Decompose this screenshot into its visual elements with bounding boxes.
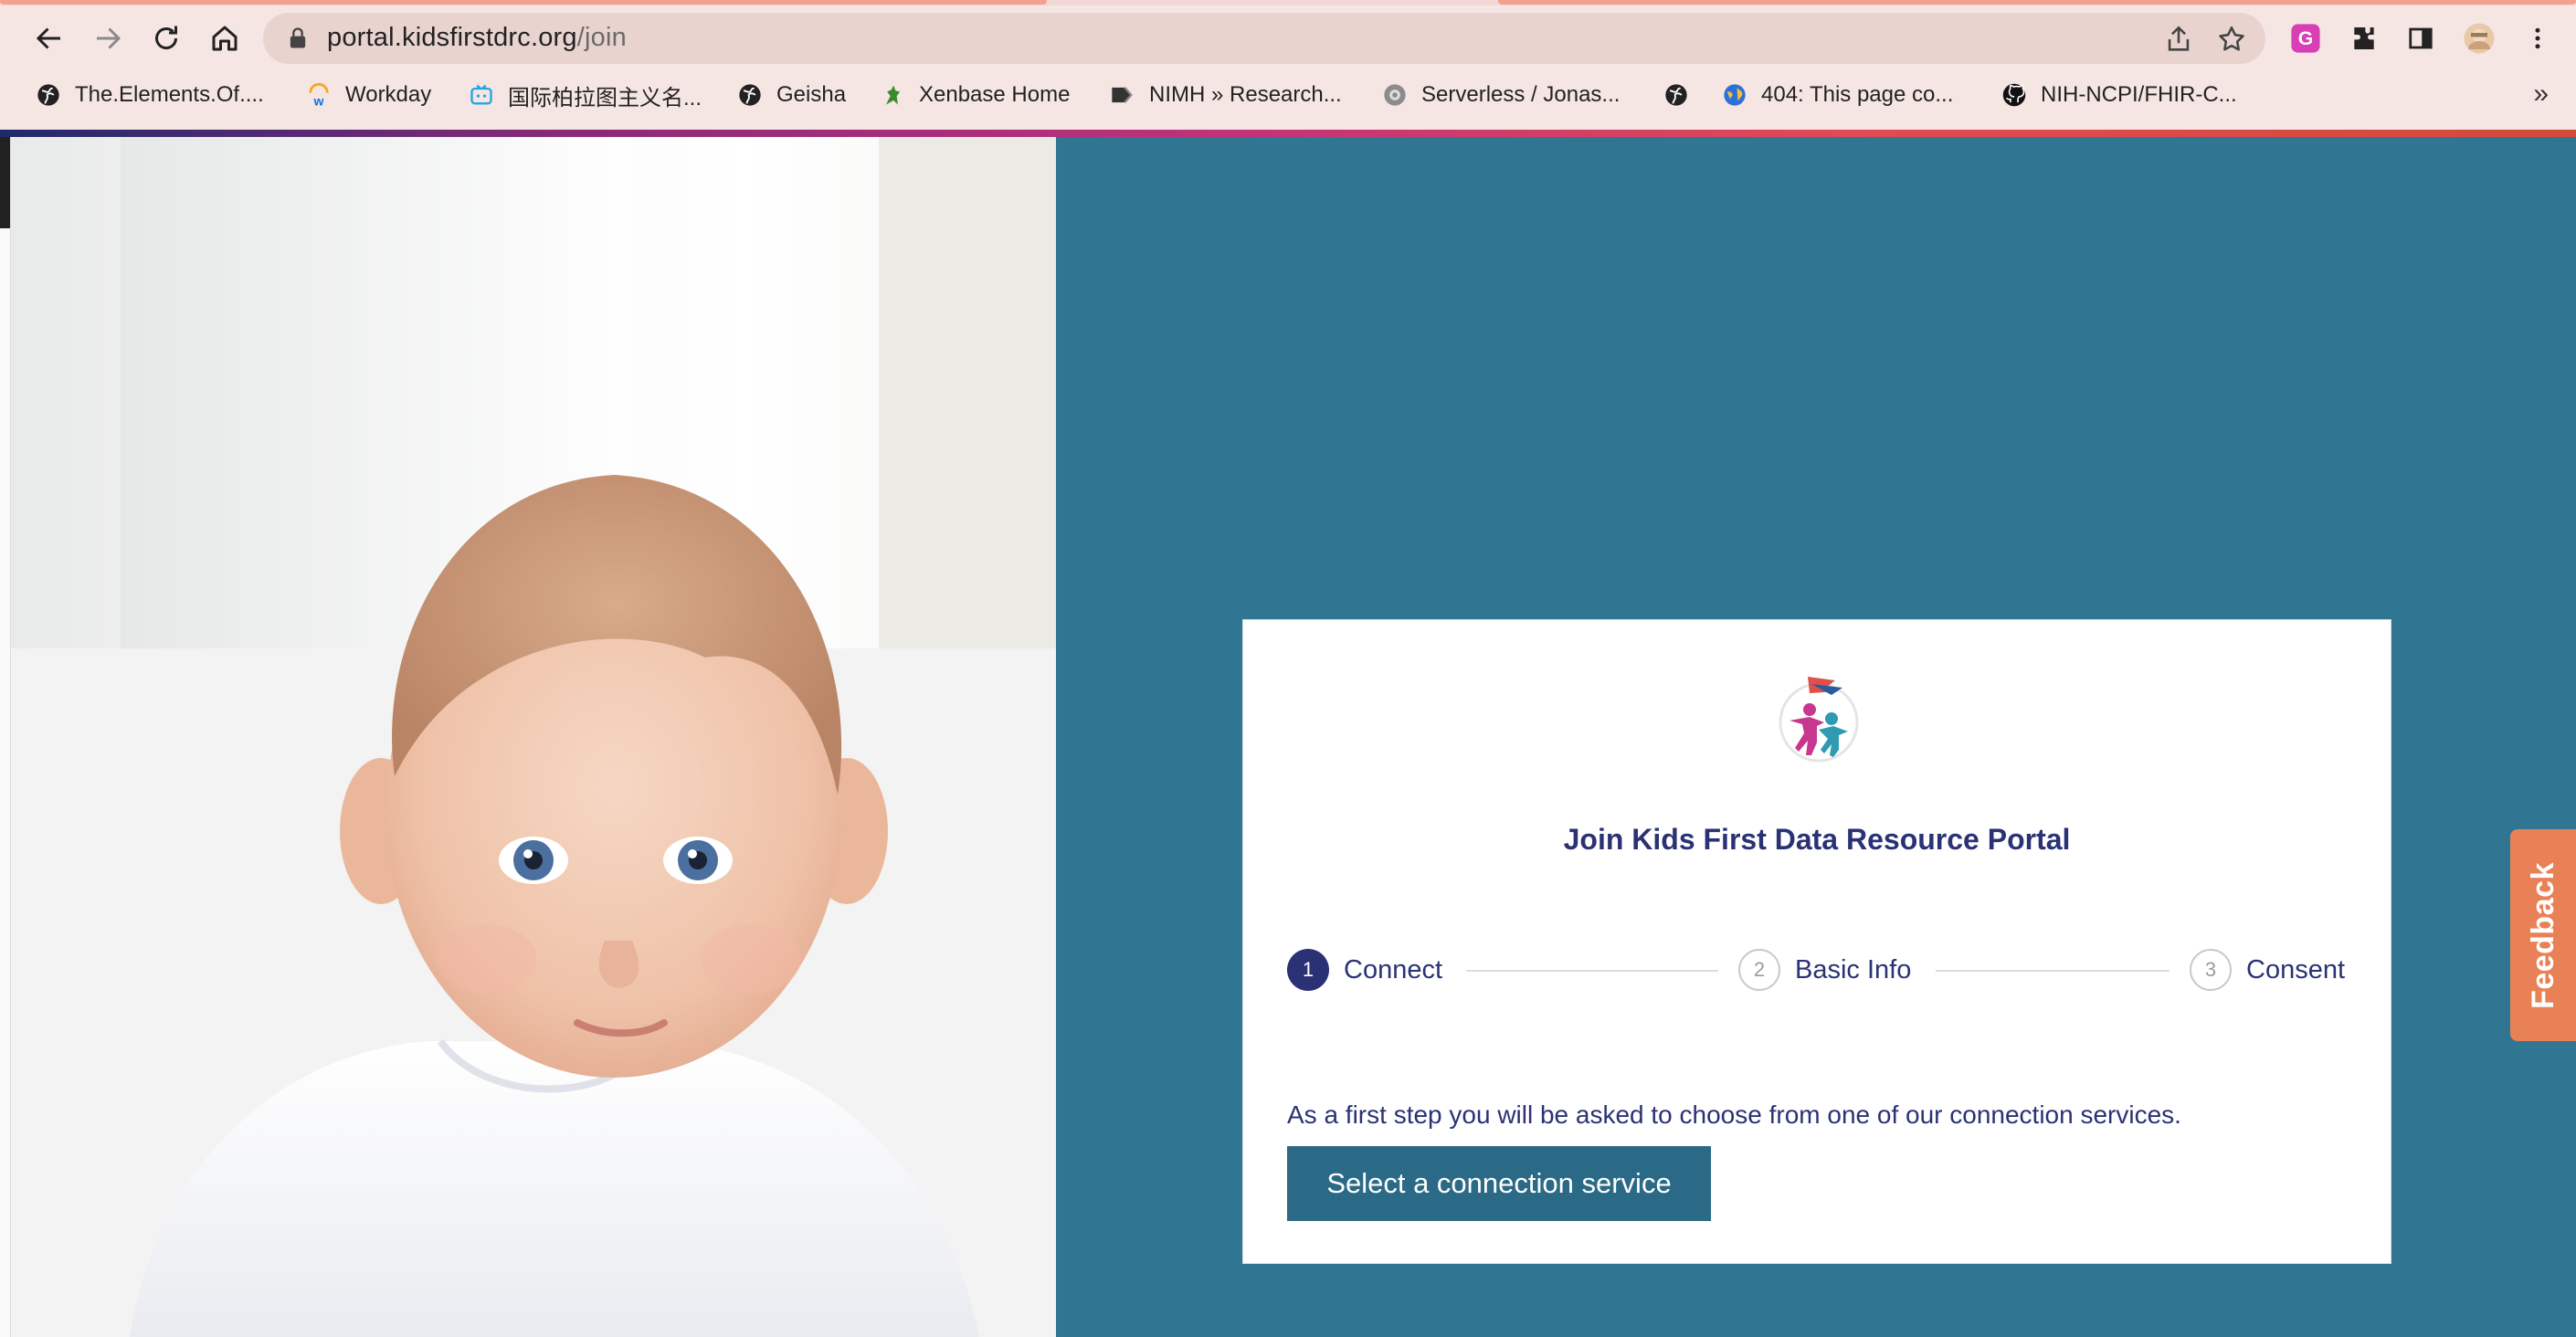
baby-photo xyxy=(11,137,1056,1337)
feedback-label: Feedback xyxy=(2525,861,2560,1009)
share-icon[interactable] xyxy=(2163,24,2194,55)
bookmark-label: Workday xyxy=(345,82,432,107)
svg-text:G: G xyxy=(2298,27,2314,49)
grammarly-extension-icon[interactable]: G xyxy=(2289,22,2322,55)
step-number: 2 xyxy=(1738,949,1780,991)
page-title: Join Kids First Data Resource Portal xyxy=(1563,823,2071,856)
bookmark-label: The.Elements.Of.... xyxy=(75,82,264,107)
frog-icon xyxy=(879,81,906,109)
url-host: portal.kidsfirstdrc.org xyxy=(327,23,577,52)
step-divider xyxy=(1936,970,2170,972)
bookmark-label: Xenbase Home xyxy=(919,82,1071,107)
url-text[interactable]: portal.kidsfirstdrc.org/join xyxy=(327,23,627,53)
lock-icon[interactable] xyxy=(285,26,311,51)
bookmark-label: NIMH » Research... xyxy=(1149,82,1342,107)
side-panel-icon[interactable] xyxy=(2404,22,2437,55)
workday-icon: w xyxy=(305,81,333,109)
step-label: Basic Info xyxy=(1795,954,1912,984)
bookmark-star-icon[interactable] xyxy=(2216,24,2247,55)
nimh-icon xyxy=(1109,81,1136,109)
browser-menu-icon[interactable] xyxy=(2521,22,2554,55)
url-path: /join xyxy=(576,23,627,52)
feedback-tab[interactable]: Feedback xyxy=(2510,829,2576,1041)
step-basic-info: 2 Basic Info xyxy=(1738,949,1911,991)
profile-avatar-icon[interactable] xyxy=(2463,22,2496,55)
step-number: 1 xyxy=(1287,949,1329,991)
bookmark-label: Geisha xyxy=(776,82,847,107)
step-number: 3 xyxy=(2190,949,2232,991)
earth-icon xyxy=(1721,81,1748,109)
step-label: Consent xyxy=(2246,954,2346,984)
bookmark-item[interactable]: Geisha xyxy=(736,77,846,113)
browser-toolbar: portal.kidsfirstdrc.org/join G xyxy=(0,5,2576,68)
baby-illustration xyxy=(11,137,1056,1337)
bookmark-item[interactable]: Serverless / Jonas... xyxy=(1381,77,1620,113)
svg-text:w: w xyxy=(313,94,324,108)
bookmark-item[interactable]: NIMH » Research... xyxy=(1109,77,1342,113)
background-window-edge xyxy=(0,137,11,1337)
step-divider xyxy=(1466,970,1718,972)
extensions-puzzle-icon[interactable] xyxy=(2348,22,2381,55)
bookmark-item[interactable]: 国际柏拉图主义名... xyxy=(468,77,702,113)
bookmark-label: 国际柏拉图主义名... xyxy=(508,85,702,111)
select-connection-service-button[interactable]: Select a connection service xyxy=(1287,1146,1711,1221)
globe-icon xyxy=(736,81,764,109)
bookmark-item[interactable]: The.Elements.Of.... xyxy=(35,77,264,113)
forward-button[interactable] xyxy=(84,15,132,62)
bookmarks-bar: The.Elements.Of.... w Workday 国际柏拉图主义名..… xyxy=(0,69,2576,121)
join-card: Join Kids First Data Resource Portal 1 C… xyxy=(1242,619,2391,1264)
bookmark-label: Serverless / Jonas... xyxy=(1421,82,1621,107)
bookmark-item[interactable]: Xenbase Home xyxy=(879,77,1070,113)
signup-stepper: 1 Connect 2 Basic Info 3 Consent xyxy=(1287,949,2347,995)
back-button[interactable] xyxy=(26,15,73,62)
join-page: Join Kids First Data Resource Portal 1 C… xyxy=(11,137,2576,1337)
step-connect: 1 Connect xyxy=(1287,949,1442,991)
home-button[interactable] xyxy=(201,15,248,62)
browser-chrome: portal.kidsfirstdrc.org/join G The.Eleme… xyxy=(0,0,2576,137)
arrow-left-icon xyxy=(36,27,60,49)
globe-icon xyxy=(1663,81,1690,109)
bookmark-label: NIH-NCPI/FHIR-C... xyxy=(2041,82,2237,107)
bookmark-item[interactable] xyxy=(1663,77,1703,113)
bookmark-label: 404: This page co... xyxy=(1761,82,1954,107)
arrow-right-icon xyxy=(97,27,121,49)
reload-button[interactable] xyxy=(143,15,190,62)
serverless-icon xyxy=(1381,81,1409,109)
site-accent-bar xyxy=(0,130,2576,137)
github-icon xyxy=(2001,81,2028,109)
bookmark-item[interactable]: 404: This page co... xyxy=(1721,77,1953,113)
step-consent: 3 Consent xyxy=(2190,949,2345,991)
tab-active-indicator[interactable] xyxy=(0,0,1047,5)
bookmark-item[interactable]: NIH-NCPI/FHIR-C... xyxy=(2001,77,2237,113)
globe-icon xyxy=(35,81,62,109)
step-description: As a first step you will be asked to cho… xyxy=(1287,1100,2181,1129)
reload-icon xyxy=(155,26,177,49)
more-bookmarks-button[interactable]: » xyxy=(2533,79,2549,110)
bilibili-icon xyxy=(468,81,495,109)
bookmark-item[interactable]: w Workday xyxy=(305,77,431,113)
home-icon xyxy=(212,26,238,51)
kids-first-logo xyxy=(1779,677,1859,763)
address-bar[interactable]: portal.kidsfirstdrc.org/join xyxy=(263,13,2265,64)
step-label: Connect xyxy=(1344,954,1443,984)
tab-indicator[interactable] xyxy=(1498,0,2576,5)
